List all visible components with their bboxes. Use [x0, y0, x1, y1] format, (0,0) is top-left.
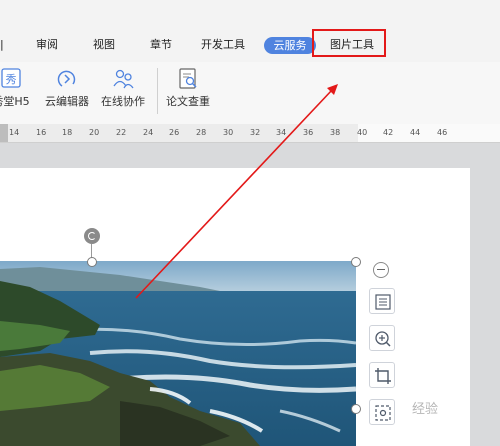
- annotation-arrow: [135, 84, 338, 299]
- watermark-text: 经验: [412, 402, 439, 417]
